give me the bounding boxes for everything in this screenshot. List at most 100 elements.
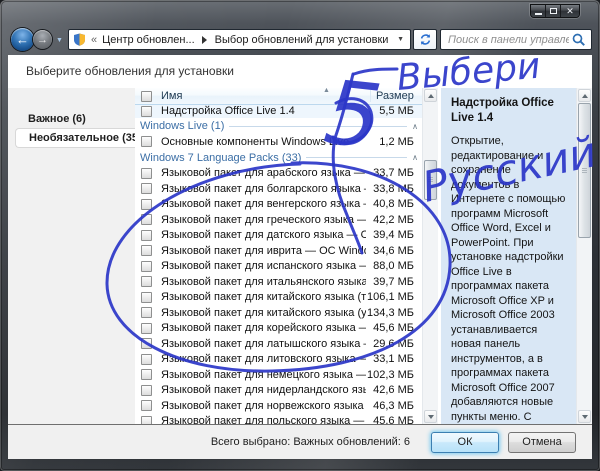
update-checkbox[interactable]: [141, 353, 152, 365]
details-scroll-up-button[interactable]: [578, 89, 591, 102]
details-scrollbar[interactable]: [576, 88, 592, 424]
update-checkbox[interactable]: [141, 291, 152, 303]
navigation-bar: ← → ▼ « Центр обновлен... Выбор обновлен…: [8, 27, 592, 54]
caption-buttons: ✕: [530, 4, 580, 18]
history-chevron-icon[interactable]: ▼: [56, 37, 63, 44]
sidebar-list: Важное (6) Необязательное (35): [8, 88, 142, 424]
update-name: Языковой пакет для венгерского языка — О…: [161, 198, 366, 211]
update-row[interactable]: Языковой пакет для датского языка — ОС W…: [135, 228, 422, 244]
update-name: Языковой пакет для норвежского языка — О…: [161, 399, 366, 412]
update-name: Языковой пакет для итальянского языка — …: [161, 275, 366, 288]
update-checkbox[interactable]: [141, 415, 152, 424]
update-size: 42,2 МБ: [373, 213, 414, 226]
update-checkbox[interactable]: [141, 136, 152, 148]
breadcrumb-root[interactable]: Центр обновлен...: [102, 34, 195, 46]
close-icon: ✕: [566, 5, 574, 16]
update-size: 1,2 МБ: [379, 135, 414, 148]
update-row[interactable]: Языковой пакет для венгерского языка — О…: [135, 197, 422, 213]
update-checkbox[interactable]: [141, 338, 152, 350]
details-scrollbar-thumb[interactable]: [578, 103, 591, 238]
update-row[interactable]: Языковой пакет для болгарского языка — О…: [135, 181, 422, 197]
update-checkbox[interactable]: [141, 322, 152, 334]
update-row[interactable]: Языковой пакет для иврита — ОС Windows 7…: [135, 243, 422, 259]
column-header-size[interactable]: Размер: [370, 90, 422, 102]
update-size: 39,4 МБ: [373, 229, 414, 242]
update-checkbox[interactable]: [141, 400, 152, 412]
scroll-down-button[interactable]: [424, 410, 437, 423]
sidebar-item[interactable]: Необязательное (35): [15, 128, 142, 148]
update-checkbox[interactable]: [141, 245, 152, 257]
update-name: Языковой пакет для корейского языка — ОС…: [161, 322, 366, 335]
update-checkbox[interactable]: [141, 229, 152, 241]
dialog-footer: Всего выбрано: Важных обновлений: 6 ОК О…: [8, 424, 592, 459]
update-row[interactable]: Языковой пакет для китайского языка (тра…: [135, 290, 422, 306]
update-checkbox[interactable]: [141, 276, 152, 288]
ok-button[interactable]: ОК: [431, 431, 499, 453]
breadcrumb-separator-icon: [201, 35, 211, 44]
list-scrollbar-thumb[interactable]: [424, 160, 437, 200]
update-size: 45,6 МБ: [373, 322, 414, 335]
update-row[interactable]: Языковой пакет для китайского языка (упр…: [135, 305, 422, 321]
update-name: Языковой пакет для испанского языка — ОС…: [161, 260, 366, 273]
address-dropdown-icon[interactable]: ▼: [391, 36, 410, 43]
scroll-down-icon: [427, 414, 434, 422]
update-row[interactable]: Основные компоненты Windows Live 1,2 МБ: [135, 134, 422, 150]
update-checkbox[interactable]: [141, 384, 152, 396]
scroll-up-icon: [427, 91, 434, 98]
collapse-chevron-icon[interactable]: ∧: [412, 122, 422, 131]
back-button[interactable]: ←: [11, 28, 34, 51]
cancel-button[interactable]: Отмена: [508, 431, 576, 453]
update-row[interactable]: Языковой пакет для латышского языка — ОС…: [135, 336, 422, 352]
update-row[interactable]: Языковой пакет для греческого языка — ОС…: [135, 212, 422, 228]
update-row[interactable]: Языковой пакет для литовского языка — ОС…: [135, 352, 422, 368]
select-all-checkbox[interactable]: [141, 90, 152, 102]
update-row[interactable]: Языковой пакет для немецкого языка — ОС …: [135, 367, 422, 383]
update-name: Языковой пакет для нидерландского языка …: [161, 384, 366, 397]
update-checkbox[interactable]: [141, 369, 152, 381]
list-scrollbar[interactable]: [422, 88, 438, 424]
windows-update-icon: [74, 33, 85, 46]
sort-arrow-icon: ▲: [323, 88, 330, 94]
breadcrumb-overflow-chevron[interactable]: «: [91, 34, 97, 46]
details-scroll-down-button[interactable]: [578, 410, 591, 423]
update-row[interactable]: Надстройка Office Live 1.4 5,5 МБ: [135, 105, 422, 118]
update-checkbox[interactable]: [141, 183, 152, 195]
search-icon[interactable]: [571, 32, 587, 48]
update-row[interactable]: Языковой пакет для польского языка — ОС …: [135, 414, 422, 424]
update-row[interactable]: Языковой пакет для норвежского языка — О…: [135, 398, 422, 414]
collapse-chevron-icon[interactable]: ∧: [412, 153, 422, 162]
update-row[interactable]: Языковой пакет для нидерландского языка …: [135, 383, 422, 399]
update-size: 34,6 МБ: [373, 244, 414, 257]
update-size: 33,8 МБ: [373, 182, 414, 195]
address-bar[interactable]: « Центр обновлен... Выбор обновлений для…: [68, 29, 411, 50]
update-row[interactable]: Языковой пакет для арабского языка — ОС …: [135, 166, 422, 182]
sidebar-item[interactable]: Важное (6): [8, 110, 135, 128]
update-name: Языковой пакет для датского языка — ОС W…: [161, 229, 366, 242]
update-name: Надстройка Office Live 1.4: [161, 105, 295, 117]
search-input[interactable]: [441, 33, 571, 46]
update-row[interactable]: Языковой пакет для корейского языка — ОС…: [135, 321, 422, 337]
breadcrumb-current[interactable]: Выбор обновлений для установки: [215, 34, 389, 46]
update-name: Языковой пакет для арабского языка — ОС …: [161, 167, 366, 180]
page-title: Выберите обновления для установки: [26, 64, 234, 78]
column-header-name[interactable]: Имя: [161, 90, 370, 102]
update-row[interactable]: Языковой пакет для итальянского языка — …: [135, 274, 422, 290]
minimize-button[interactable]: [531, 5, 546, 17]
update-checkbox[interactable]: [141, 106, 152, 117]
update-checkbox[interactable]: [141, 198, 152, 210]
maximize-icon: [549, 8, 557, 14]
update-size: 106,1 МБ: [367, 291, 414, 304]
forward-button[interactable]: →: [33, 30, 52, 49]
update-checkbox[interactable]: [141, 307, 152, 319]
update-row[interactable]: Языковой пакет для испанского языка — ОС…: [135, 259, 422, 275]
refresh-button[interactable]: [413, 29, 437, 50]
update-size: 29,6 МБ: [373, 337, 414, 350]
maximize-button[interactable]: [546, 5, 561, 17]
close-button[interactable]: ✕: [561, 5, 579, 17]
update-name: Языковой пакет для греческого языка — ОС…: [161, 213, 366, 226]
update-checkbox[interactable]: [141, 214, 152, 226]
update-checkbox[interactable]: [141, 167, 152, 179]
update-checkbox[interactable]: [141, 260, 152, 272]
scroll-up-button[interactable]: [424, 89, 437, 102]
forward-arrow-icon: →: [37, 33, 48, 46]
